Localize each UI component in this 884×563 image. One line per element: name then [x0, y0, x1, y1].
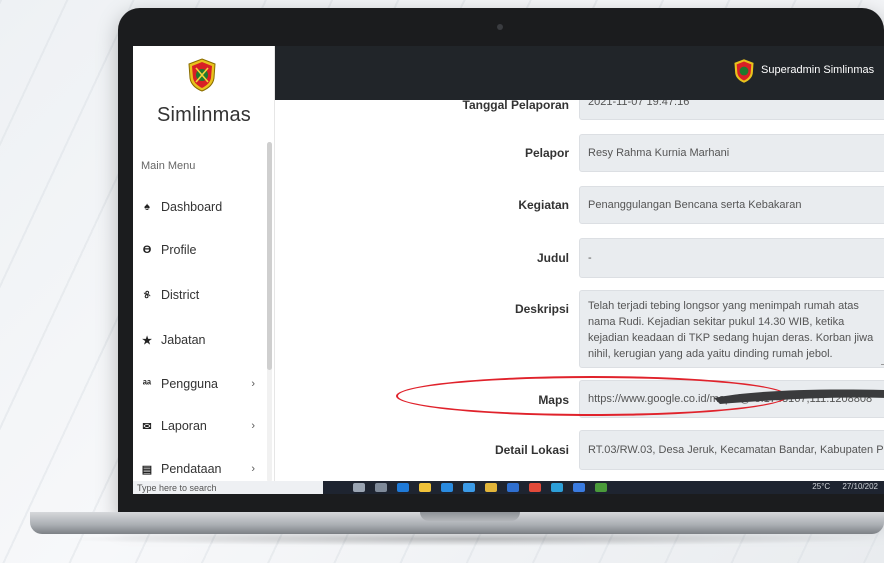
task-view-icon[interactable]: [375, 483, 387, 492]
camera-icon: [497, 24, 503, 30]
edge-icon[interactable]: [397, 483, 409, 492]
sidebar-item-label: Pendataan: [161, 462, 222, 476]
kegiatan-field[interactable]: Penanggulangan Bencana serta Kebakaran: [579, 186, 884, 224]
sidebar-item-pendataan[interactable]: ▤ Pendataan ›: [141, 458, 269, 480]
sidebar-item-label: Dashboard: [161, 200, 223, 214]
laptop-notch: [420, 512, 520, 521]
star-icon: ★: [142, 334, 152, 347]
chevron-right-icon: ›: [251, 420, 255, 432]
lokasi-field[interactable]: RT.03/RW.03, Desa Jeruk, Kecamatan Banda…: [579, 430, 884, 470]
chrome-icon[interactable]: [529, 483, 541, 492]
word-icon[interactable]: [507, 483, 519, 492]
sidebar-item-label: Pengguna: [161, 377, 219, 391]
system-tray: 25°C 27/10/202: [812, 482, 878, 491]
windows-taskbar: Type here to search 25°C 27/10/202: [133, 481, 884, 494]
deskripsi-label: Deskripsi: [514, 302, 569, 316]
sidebar-item-label: Jabatan: [161, 333, 206, 347]
menu-title: Main Menu: [141, 160, 196, 172]
excel-icon[interactable]: [595, 483, 607, 492]
sidebar-item-jabatan[interactable]: ★ Jabatan: [141, 329, 269, 351]
files-icon[interactable]: [485, 483, 497, 492]
user-circle-icon: ϴ: [142, 244, 152, 256]
topbar: Superadmin Simlinmas: [275, 46, 884, 100]
sidebar-item-district[interactable]: ୫ District: [141, 284, 269, 306]
taskbar-app-icons: [353, 483, 617, 492]
chevron-right-icon: ›: [251, 378, 255, 390]
sidebar-item-label: Laporan: [161, 419, 207, 433]
pin-icon: ୫: [143, 288, 151, 301]
users-icon: ᵃᵃ: [142, 378, 152, 390]
laptop-shadow: [60, 532, 884, 546]
store-icon[interactable]: [463, 483, 475, 492]
app-icon[interactable]: [573, 483, 585, 492]
folder-icon[interactable]: [419, 483, 431, 492]
megaphone-icon: ✉: [142, 420, 152, 433]
home-icon: ♠: [144, 201, 150, 213]
sidebar-item-laporan[interactable]: ✉ Laporan ›: [141, 415, 269, 437]
pointer-arrow-icon: [714, 389, 884, 404]
sidebar: Simlinmas Main Menu ♠ Dashboard ϴ Profil…: [133, 46, 275, 494]
judul-field[interactable]: -: [579, 238, 884, 278]
kegiatan-label: Kegiatan: [518, 198, 569, 212]
tanggal-label: Tanggal Pelaporan: [462, 98, 569, 112]
file-icon: ▤: [141, 463, 153, 476]
sidebar-item-pengguna[interactable]: ᵃᵃ Pengguna ›: [141, 373, 269, 395]
sidebar-item-dashboard[interactable]: ♠ Dashboard: [141, 196, 269, 218]
user-name[interactable]: Superadmin Simlinmas: [761, 64, 874, 76]
chevron-right-icon: ›: [251, 463, 255, 475]
telegram-icon[interactable]: [551, 483, 563, 492]
pelapor-label: Pelapor: [524, 146, 569, 160]
deskripsi-textarea[interactable]: Telah terjadi tebing longsor yang menimp…: [579, 290, 884, 368]
deskripsi-text: Telah terjadi tebing longsor yang menimp…: [588, 300, 874, 360]
judul-label: Judul: [537, 251, 569, 265]
date-text[interactable]: 27/10/202: [842, 482, 878, 491]
brand-name: Simlinmas: [156, 104, 252, 126]
shield-avatar-icon[interactable]: [733, 58, 755, 84]
weather-text[interactable]: 25°C: [812, 482, 830, 491]
pelapor-field[interactable]: Resy Rahma Kurnia Marhani: [579, 134, 884, 172]
mail-icon[interactable]: [441, 483, 453, 492]
sidebar-item-profile[interactable]: ϴ Profile: [141, 239, 269, 261]
shield-logo-icon: [188, 58, 216, 92]
sidebar-item-label: District: [161, 288, 200, 302]
sidebar-scrollbar-thumb[interactable]: [267, 142, 272, 370]
laptop-screen: Simlinmas Main Menu ♠ Dashboard ϴ Profil…: [133, 46, 884, 494]
taskbar-search-input[interactable]: Type here to search: [133, 481, 323, 494]
sidebar-item-label: Profile: [161, 243, 197, 257]
start-icon[interactable]: [353, 483, 365, 492]
lokasi-label: Detail Lokasi: [494, 443, 569, 457]
